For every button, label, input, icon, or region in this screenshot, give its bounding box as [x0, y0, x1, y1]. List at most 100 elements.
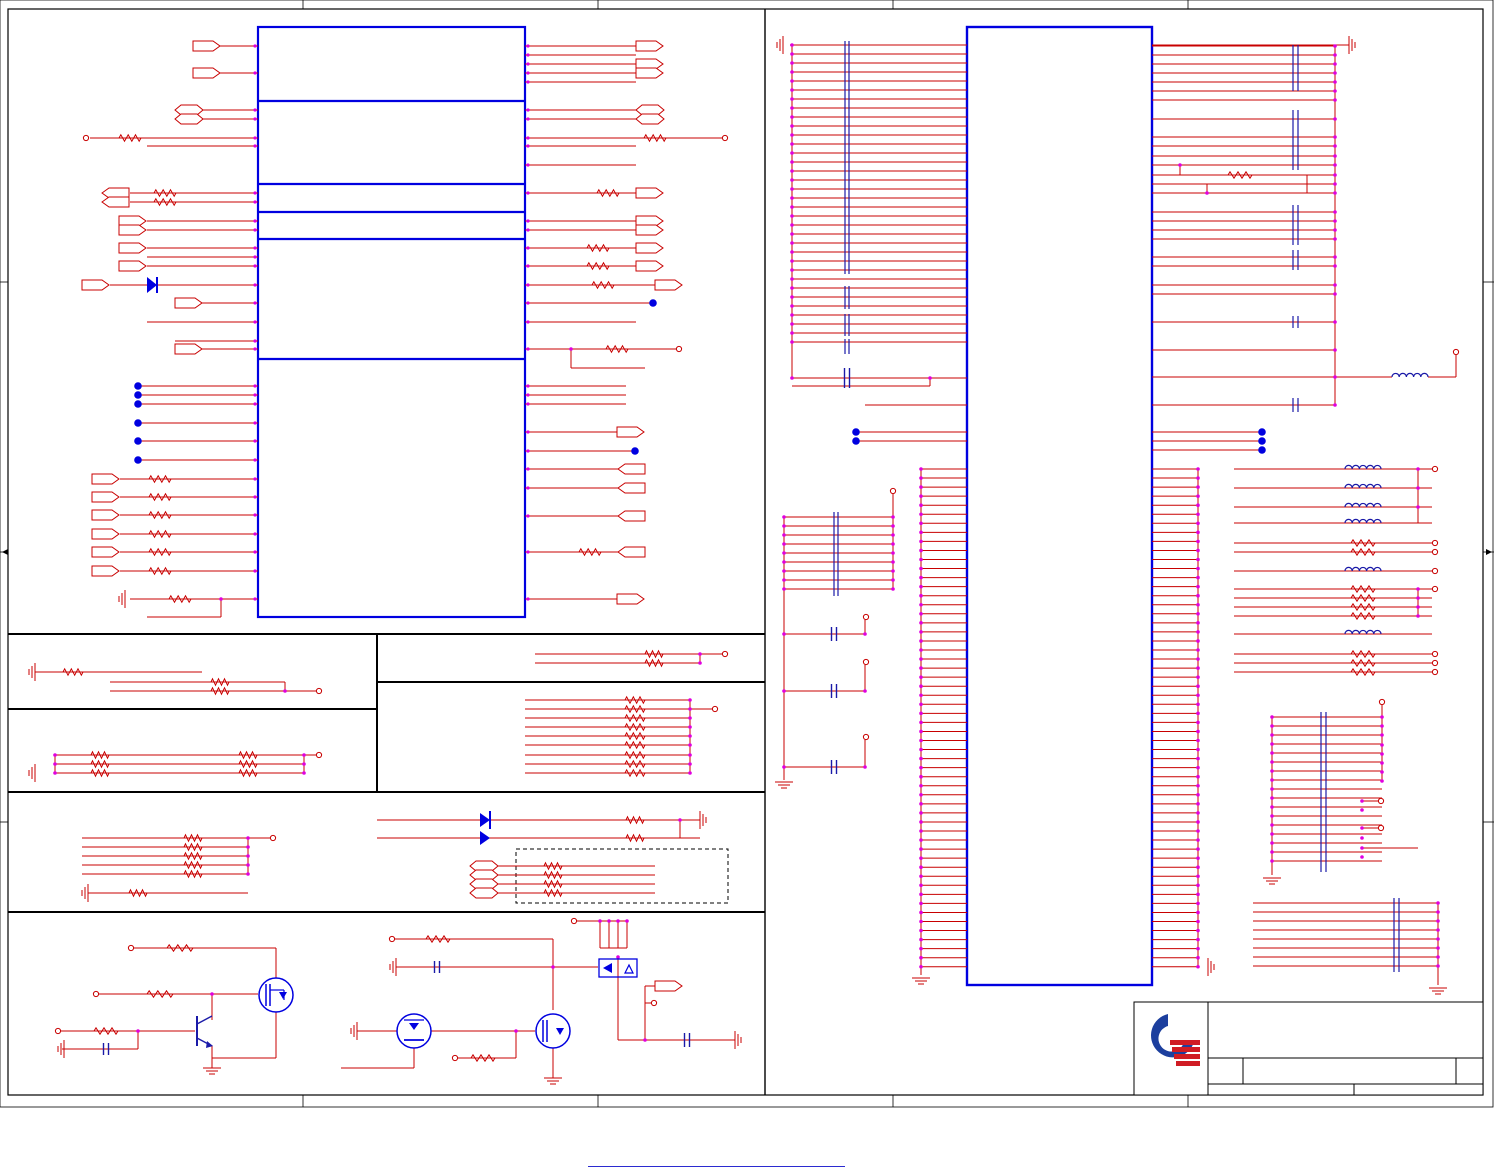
pin-dot [1333, 44, 1337, 48]
pin-dot [790, 205, 794, 209]
pin-dot [782, 632, 786, 636]
test-point-icon [675, 345, 683, 353]
pin-dot [1333, 135, 1337, 139]
off-page-connector-icon [91, 473, 120, 485]
pin-dot [1333, 320, 1337, 324]
test-point-icon [1431, 465, 1439, 473]
pin-dot [1270, 787, 1274, 791]
off-page-connector-icon [101, 196, 130, 208]
test-point-icon [315, 687, 323, 695]
test-point-icon [862, 658, 870, 666]
pin-dot [891, 542, 895, 546]
pin-dot [253, 339, 257, 343]
pin-dot [53, 753, 57, 757]
test-point-icon [570, 917, 578, 925]
pin-dot [919, 928, 923, 933]
test-point-icon [1377, 824, 1385, 832]
pin-dot [790, 304, 794, 308]
pin-dot [526, 597, 530, 601]
pin-dot [1196, 865, 1200, 869]
pin-dot [891, 578, 895, 582]
pin-dot [919, 693, 923, 698]
pin-dot [1416, 614, 1420, 618]
junction-dot-icon [134, 382, 142, 390]
off-page-connector-icon [654, 279, 683, 291]
pin-dot [1380, 761, 1384, 765]
pin-dot [1196, 512, 1200, 517]
pin-dot [919, 639, 923, 643]
pin-dot [919, 720, 923, 725]
pin-dot [551, 965, 555, 969]
pin-dot [253, 144, 257, 148]
pin-dot [1360, 855, 1364, 859]
pin-dot [790, 223, 794, 227]
pin-dot [1333, 173, 1337, 177]
pin-dot [526, 108, 530, 112]
pin-dot [253, 347, 257, 351]
pin-dot [1196, 467, 1200, 471]
off-page-connector-icon [192, 40, 221, 52]
off-page-connector-icon [635, 187, 664, 199]
pin-dot [253, 458, 257, 462]
test-point-icon [1452, 348, 1460, 356]
pin-dot [1196, 793, 1200, 797]
pin-dot [919, 494, 923, 498]
pin-dot [919, 467, 923, 471]
pin-dot [526, 80, 530, 84]
pin-dot [1416, 596, 1420, 600]
title-block [1133, 1001, 1484, 1096]
pin-dot [253, 200, 257, 204]
pin-dot [919, 503, 923, 508]
pin-dot [1333, 89, 1337, 93]
off-page-connector-icon [617, 463, 646, 475]
pin-dot [919, 783, 923, 788]
pin-dot [919, 557, 923, 562]
pin-dot [1333, 154, 1337, 158]
pin-dot [283, 689, 287, 693]
pin-dot [928, 376, 932, 380]
pin-dot [891, 533, 895, 537]
pin-dot [1196, 901, 1200, 906]
pin-dot [625, 919, 629, 923]
pin-dot [1196, 593, 1200, 598]
junction-dot-icon [134, 419, 142, 427]
pin-dot [1178, 163, 1182, 167]
pin-dot [919, 729, 923, 734]
pin-dot [526, 301, 530, 305]
pin-dot [919, 621, 923, 625]
pin-dot [1416, 486, 1420, 490]
pin-dot [919, 820, 923, 824]
pin-dot [1196, 856, 1200, 860]
pin-dot [526, 117, 530, 121]
pin-dot [790, 43, 794, 47]
pin-dot [688, 762, 692, 766]
pin-dot [643, 1038, 647, 1042]
pin-dot [688, 716, 692, 720]
pin-dot [526, 283, 530, 287]
pin-dot [253, 597, 257, 601]
pin-dot [919, 485, 923, 489]
pin-dot [919, 892, 923, 897]
pin-dot [919, 738, 923, 743]
pin-dot [919, 865, 923, 869]
pin-dot [919, 747, 923, 752]
test-point-icon [269, 834, 277, 842]
off-page-connector-icon [617, 510, 646, 522]
test-point-icon [54, 1027, 62, 1035]
junction-dot-icon [1258, 446, 1266, 454]
off-page-connector-icon [91, 491, 120, 503]
test-point-icon [1377, 797, 1385, 805]
pin-dot [1436, 901, 1440, 905]
pin-dot [302, 762, 306, 766]
pin-dot [302, 753, 306, 757]
pin-dot [790, 340, 794, 344]
pin-dot [919, 793, 923, 797]
pin-dot [790, 70, 794, 74]
pin-dot [1196, 829, 1200, 833]
pin-dot [790, 79, 794, 83]
pin-dot [1360, 808, 1364, 812]
pin-dot [678, 818, 682, 822]
pin-dot [1196, 566, 1200, 571]
pin-dot [1380, 752, 1384, 756]
pin-dot [1196, 838, 1200, 842]
